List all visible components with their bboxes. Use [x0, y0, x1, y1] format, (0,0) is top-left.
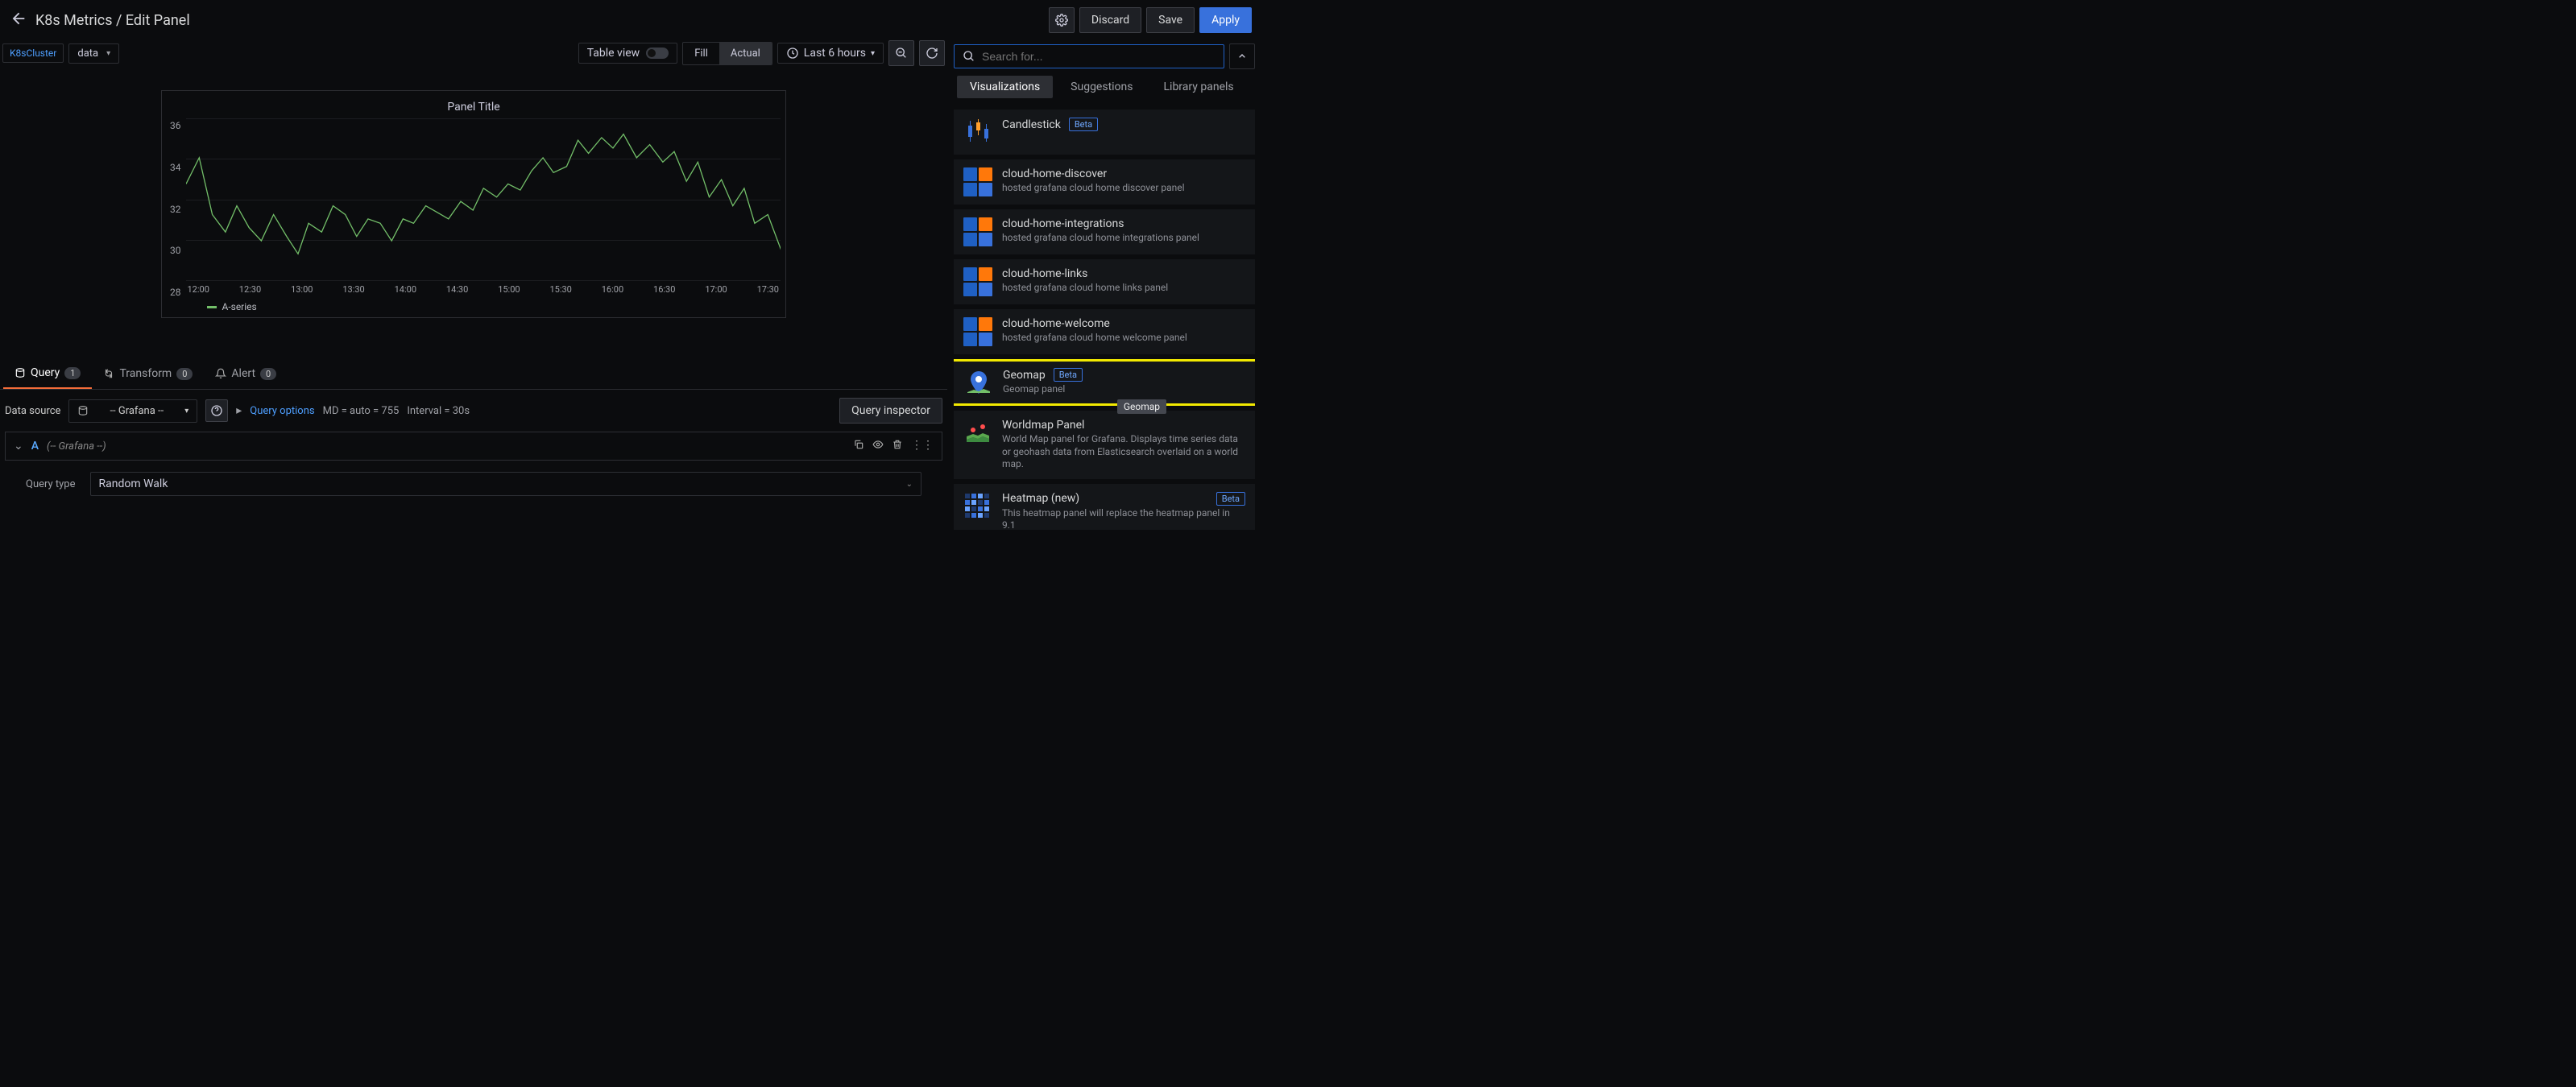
chevron-down-icon: ▾: [871, 49, 875, 58]
datasource-variable[interactable]: K8sCluster: [2, 43, 64, 63]
query-type-select[interactable]: Random Walk ⌄: [90, 472, 922, 496]
cloud-panel-icon: [963, 317, 992, 346]
tab-query[interactable]: Query 1: [3, 358, 92, 389]
data-dropdown[interactable]: data: [68, 43, 119, 64]
refresh-button[interactable]: [919, 40, 945, 66]
worldmap-icon: [963, 419, 992, 448]
viz-item-cloud-home-discover[interactable]: cloud-home-discover hosted grafana cloud…: [954, 159, 1255, 205]
table-view-toggle[interactable]: Table view: [578, 43, 678, 64]
breadcrumb: K8s Metrics / Edit Panel: [35, 12, 1041, 29]
display-mode-segment: Fill Actual: [682, 42, 772, 65]
interval-info: Interval = 30s: [407, 405, 470, 417]
duplicate-query-icon[interactable]: [853, 439, 864, 453]
tab-visualizations[interactable]: Visualizations: [957, 76, 1053, 98]
geomap-tooltip: Geomap: [1117, 399, 1166, 414]
viz-search-input[interactable]: [982, 50, 1216, 63]
alert-count-badge: 0: [260, 368, 276, 380]
legend-label: A-series: [222, 301, 256, 312]
viz-item-cloud-home-links[interactable]: cloud-home-links hosted grafana cloud ho…: [954, 259, 1255, 304]
settings-button[interactable]: [1049, 7, 1075, 33]
viz-item-candlestick[interactable]: Candlestick Beta: [954, 110, 1255, 155]
zoom-out-button[interactable]: [888, 40, 914, 66]
toggle-visibility-icon[interactable]: [872, 439, 884, 453]
legend-swatch: [207, 306, 217, 308]
query-source: (-- Grafana --): [47, 440, 106, 453]
query-inspector-button[interactable]: Query inspector: [839, 398, 942, 424]
apply-button[interactable]: Apply: [1199, 7, 1252, 33]
viz-sidebar: Visualizations Suggestions Library panel…: [947, 40, 1261, 533]
datasource-select[interactable]: -- Grafana -- ▾: [68, 399, 197, 423]
x-axis: 12:00 12:30 13:00 13:30 14:00 14:30 15:0…: [186, 281, 781, 298]
sidebar-tabs: Visualizations Suggestions Library panel…: [954, 69, 1255, 105]
table-view-label: Table view: [587, 47, 640, 60]
chevron-down-icon: ▾: [184, 407, 188, 415]
chart-legend[interactable]: A-series: [186, 301, 781, 312]
cloud-panel-icon: [963, 217, 992, 246]
query-options-link[interactable]: Query options: [250, 405, 314, 417]
collapse-query-icon[interactable]: ⌄: [14, 440, 23, 453]
back-arrow[interactable]: [10, 10, 27, 31]
toggle-switch[interactable]: [646, 48, 669, 59]
candlestick-icon: [963, 118, 992, 147]
actual-option[interactable]: Actual: [719, 43, 772, 64]
md-info: MD = auto = 755: [323, 405, 400, 417]
delete-query-icon[interactable]: [892, 439, 903, 453]
datasource-help-button[interactable]: [205, 399, 228, 422]
transform-count-badge: 0: [176, 368, 193, 380]
tab-suggestions[interactable]: Suggestions: [1058, 76, 1145, 98]
chart-panel: Panel Title 36 34 32 30 28: [161, 90, 786, 318]
beta-badge: Beta: [1216, 492, 1245, 506]
collapse-sidebar-button[interactable]: [1229, 43, 1255, 69]
drag-handle-icon[interactable]: ⋮⋮: [911, 439, 934, 453]
chart-series-line: [186, 134, 781, 254]
y-axis: 36 34 32 30 28: [167, 118, 186, 312]
chevron-down-icon: ⌄: [906, 480, 913, 489]
data-dropdown-label: data: [77, 48, 98, 60]
beta-badge: Beta: [1054, 368, 1083, 382]
time-range-label: Last 6 hours: [804, 47, 866, 60]
query-letter[interactable]: A: [31, 440, 39, 453]
tab-transform[interactable]: Transform 0: [92, 358, 204, 389]
chart-plot-area[interactable]: [186, 118, 781, 281]
viz-item-heatmap-new[interactable]: Heatmap (new) Beta This heatmap panel wi…: [954, 484, 1255, 530]
tab-alert[interactable]: Alert 0: [204, 358, 288, 389]
tab-library-panels[interactable]: Library panels: [1151, 76, 1247, 98]
panel-title: Panel Title: [167, 101, 781, 114]
viz-item-cloud-home-integrations[interactable]: cloud-home-integrations hosted grafana c…: [954, 209, 1255, 254]
viz-item-worldmap[interactable]: Worldmap Panel World Map panel for Grafa…: [954, 411, 1255, 479]
time-range-picker[interactable]: Last 6 hours ▾: [777, 43, 884, 64]
query-row: ⌄ A (-- Grafana --) ⋮⋮: [5, 432, 942, 461]
viz-item-geomap[interactable]: Geomap Beta Geomap panel: [954, 359, 1255, 406]
query-type-label: Query type: [26, 478, 76, 490]
fill-option[interactable]: Fill: [683, 43, 719, 64]
cloud-panel-icon: [963, 267, 992, 296]
cloud-panel-icon: [963, 167, 992, 196]
save-button[interactable]: Save: [1146, 7, 1195, 33]
datasource-label: Data source: [5, 405, 60, 417]
geomap-icon: [964, 368, 993, 397]
heatmap-icon: [963, 492, 992, 521]
beta-badge: Beta: [1069, 118, 1098, 131]
viz-item-cloud-home-welcome[interactable]: cloud-home-welcome hosted grafana cloud …: [954, 309, 1255, 354]
query-tabs: Query 1 Transform 0 Alert 0: [0, 358, 947, 390]
expand-icon[interactable]: ▸: [236, 404, 242, 417]
viz-search-box[interactable]: [954, 44, 1224, 68]
discard-button[interactable]: Discard: [1079, 7, 1141, 33]
query-count-badge: 1: [64, 367, 81, 379]
